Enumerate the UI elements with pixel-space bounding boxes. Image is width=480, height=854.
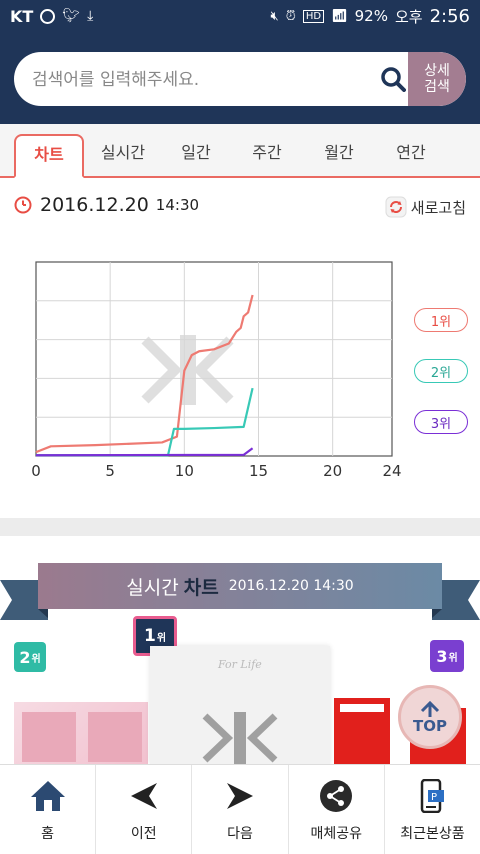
scroll-top-button[interactable]: TOP xyxy=(398,685,462,749)
product-3-detail xyxy=(340,704,384,712)
x-tick-label: 24 xyxy=(382,462,401,480)
nav-next[interactable]: 다음 xyxy=(192,765,289,854)
tab-label: 월간 xyxy=(324,143,354,162)
search-icon[interactable] xyxy=(380,66,406,92)
status-bar: KT 🐦︎ ⤓ 🔇︎ ⏰︎ HD 📶︎ 92% 오후 2:56 xyxy=(0,0,480,32)
album-logo xyxy=(202,712,278,764)
banner-title-a: 실시간 xyxy=(126,576,179,599)
product-2-image[interactable] xyxy=(14,702,148,764)
tab-label: 차트 xyxy=(34,145,64,164)
carrier-label: KT xyxy=(10,6,34,26)
tab-realtime[interactable]: 실시간 xyxy=(92,134,154,178)
chart-time: 14:30 xyxy=(155,196,200,214)
rank-suffix: 위 xyxy=(156,632,167,644)
banner-title: 실시간 차트 2016.12.20 14:30 xyxy=(38,563,442,609)
tab-label: 일간 xyxy=(181,143,211,162)
timestamp: 2016.12.20 14:30 xyxy=(14,194,199,216)
wifi-icon: 📶︎ xyxy=(331,8,348,24)
scroll-top-label: TOP xyxy=(413,717,447,735)
ampm-label: 오후 xyxy=(394,7,423,26)
nav-label: 최근본상품 xyxy=(400,826,465,842)
up-arrow-icon xyxy=(420,700,440,717)
clock: 2:56 xyxy=(429,5,470,27)
album-cover-right xyxy=(88,712,142,762)
nav-share[interactable]: 매체공유 xyxy=(289,765,385,854)
watermark-logo xyxy=(141,335,234,405)
nav-back[interactable]: 이전 xyxy=(96,765,193,854)
twitter-icon: 🐦︎ xyxy=(62,8,81,24)
x-tick-label: 5 xyxy=(105,462,115,480)
banner-timestamp: 2016.12.20 14:30 xyxy=(228,578,354,594)
hd-icon: HD xyxy=(302,9,325,23)
battery-text: 92% xyxy=(354,7,388,25)
refresh-label: 새로고침 xyxy=(410,198,466,217)
refresh-button[interactable]: 새로고침 xyxy=(385,196,466,218)
nav-home[interactable]: 홈 xyxy=(0,765,97,854)
tab-yearly[interactable]: 연간 xyxy=(380,134,442,178)
nav-label: 홈 xyxy=(41,826,55,842)
x-tick-label: 10 xyxy=(175,462,194,480)
svg-text:P: P xyxy=(431,792,437,803)
period-tabs: 차트 실시간 일간 주간 월간 연간 xyxy=(0,124,480,178)
tab-label: 연간 xyxy=(396,143,426,162)
refresh-icon xyxy=(385,196,407,218)
nav-label: 다음 xyxy=(227,826,253,842)
x-tick-label: 15 xyxy=(249,462,268,480)
rank-number: 3 xyxy=(436,646,448,666)
x-tick-label: 0 xyxy=(31,462,41,480)
series-line-rank-3 xyxy=(35,447,254,457)
rank-suffix: 위 xyxy=(31,653,41,665)
rank-suffix: 위 xyxy=(448,652,458,664)
chart-date: 2016.12.20 xyxy=(40,194,149,216)
next-arrow-icon xyxy=(227,783,253,809)
clock-icon xyxy=(14,196,32,214)
tab-weekly[interactable]: 주간 xyxy=(236,134,298,178)
nav-recent-items[interactable]: P 최근본상품 xyxy=(385,765,480,854)
legend-label: 3위 xyxy=(430,416,452,432)
rank-number: 1 xyxy=(143,626,156,646)
section-divider xyxy=(0,518,480,536)
search-input[interactable] xyxy=(14,52,394,106)
tab-monthly[interactable]: 월간 xyxy=(308,134,370,178)
legend-rank-1[interactable]: 1위 xyxy=(414,308,468,332)
legend-rank-2[interactable]: 2위 xyxy=(414,359,468,383)
alarm-icon: ⏰︎ xyxy=(285,8,296,24)
banner-title-b: 차트 xyxy=(183,576,219,599)
album-cover-left xyxy=(22,712,76,762)
tab-label: 주간 xyxy=(252,143,282,162)
legend-rank-3[interactable]: 3위 xyxy=(414,410,468,434)
notification-dot-icon xyxy=(40,8,56,24)
download-icon: ⤓ xyxy=(87,8,94,24)
rank-number: 2 xyxy=(19,647,31,667)
nav-label: 이전 xyxy=(130,826,157,842)
rank-2-tag: 2위 xyxy=(14,642,46,672)
tab-chart[interactable]: 차트 xyxy=(14,134,84,178)
search-bar: 상세 검색 xyxy=(14,52,466,106)
rank-line-chart: 0 5 10 15 20 24 xyxy=(31,261,402,480)
legend-label: 2위 xyxy=(430,365,452,381)
advanced-search-button[interactable]: 상세 검색 xyxy=(408,52,466,106)
bottom-navigation: 홈 이전 다음 매체공유 P 최근본상품 xyxy=(0,764,480,854)
home-icon xyxy=(30,781,65,811)
header: 상세 검색 xyxy=(0,32,480,124)
tab-daily[interactable]: 일간 xyxy=(165,134,227,178)
legend-label: 1위 xyxy=(430,314,452,330)
rank-3-tag: 3위 xyxy=(430,640,464,672)
advanced-search-label: 상세 검색 xyxy=(424,63,450,95)
product-3-image[interactable] xyxy=(334,698,390,764)
back-arrow-icon xyxy=(130,783,157,809)
product-1-image[interactable]: For Life xyxy=(150,646,330,764)
x-tick-label: 20 xyxy=(323,462,342,480)
mute-icon: 🔇︎ xyxy=(270,8,279,24)
nav-label: 매체공유 xyxy=(310,826,362,842)
tab-label: 실시간 xyxy=(100,143,146,162)
share-icon xyxy=(320,780,353,812)
recent-items-icon: P xyxy=(421,779,445,813)
